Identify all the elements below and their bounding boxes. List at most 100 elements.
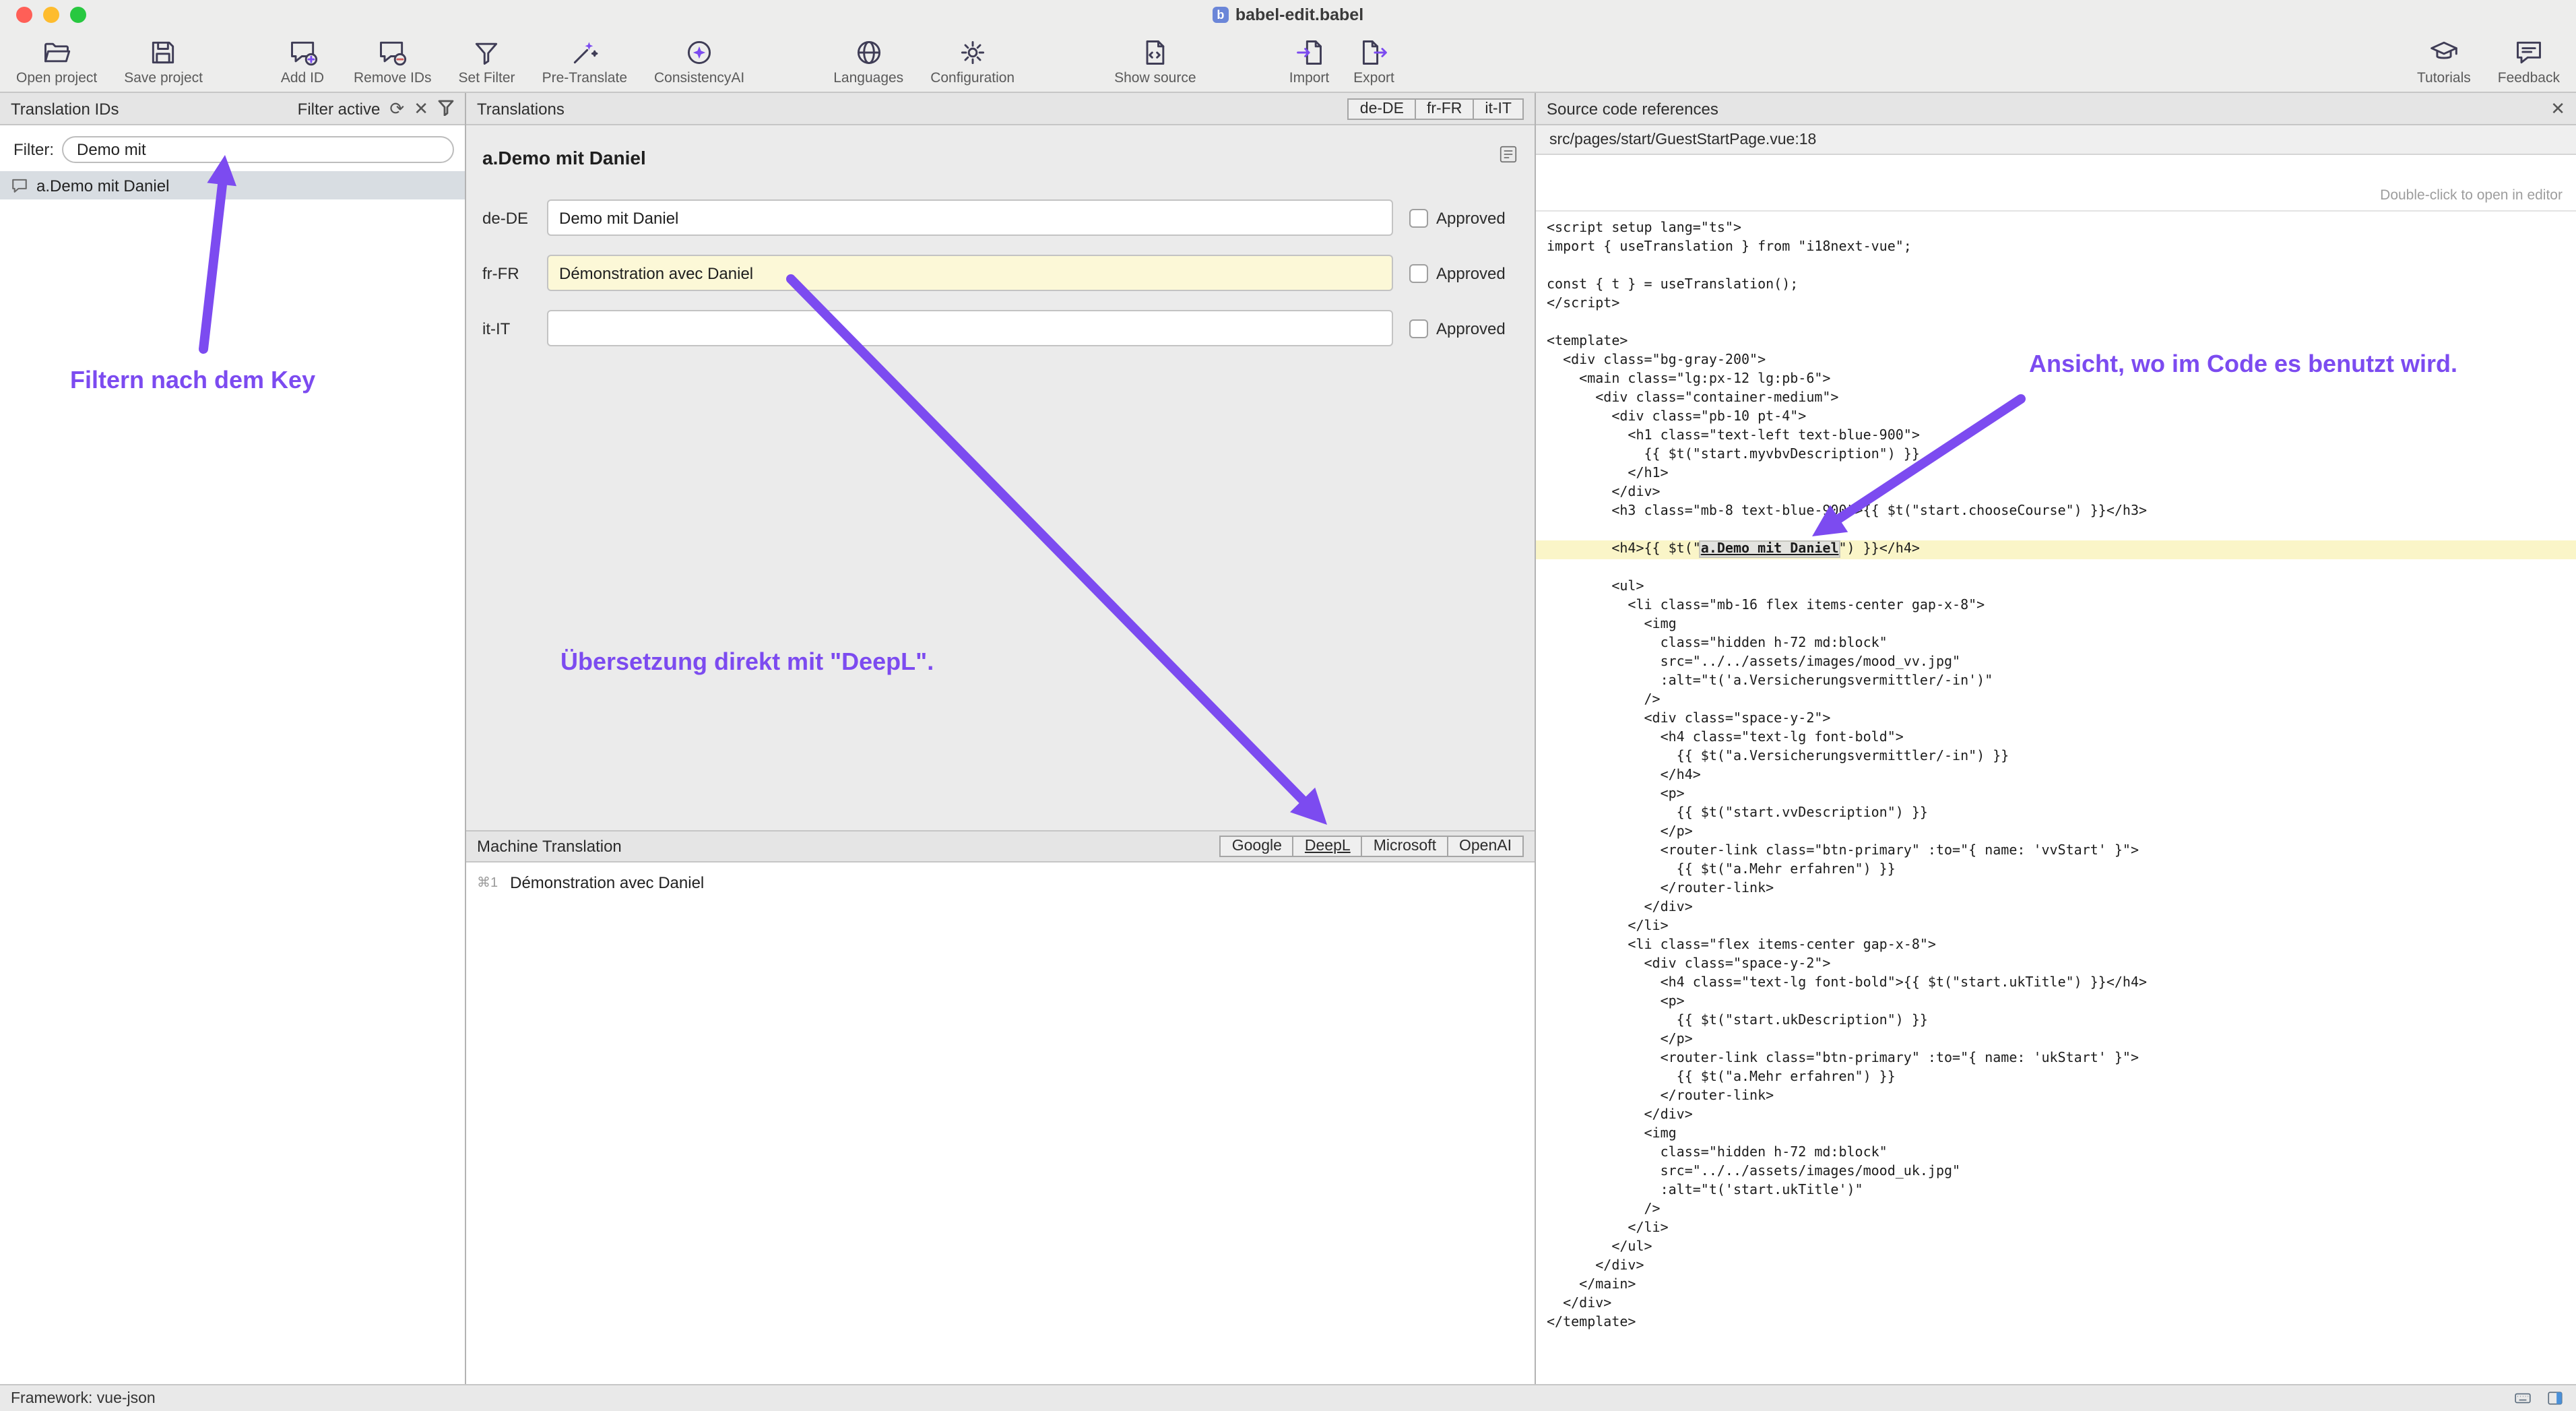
code-line: {{ $t("a.Mehr erfahren") }} (1536, 1069, 2576, 1088)
language-tabs: de-DE fr-FR it-IT (1349, 98, 1524, 119)
code-line: <script setup lang="ts"> (1536, 220, 2576, 239)
machine-translation-title: Machine Translation (477, 837, 622, 856)
code-line: import { useTranslation } from "i18next-… (1536, 239, 2576, 257)
code-block[interactable]: <script setup lang="ts">import { useTran… (1536, 212, 2576, 1384)
mt-suggestion-text: Démonstration avec Daniel (510, 873, 704, 892)
code-line: <li class="mb-16 flex items-center gap-x… (1536, 597, 2576, 616)
code-line: :alt="t('start.ukTitle')" (1536, 1182, 2576, 1201)
code-line (1536, 559, 2576, 578)
mt-provider-google[interactable]: Google (1220, 836, 1294, 857)
language-tab-it[interactable]: it-IT (1473, 98, 1524, 119)
folder-icon (42, 36, 71, 68)
machine-translation-body: ⌘1 Démonstration avec Daniel (466, 863, 1535, 1384)
keyboard-icon[interactable] (2513, 1389, 2533, 1407)
code-line: </router-link> (1536, 1088, 2576, 1106)
panel-toggle-icon[interactable] (2545, 1389, 2565, 1407)
window-title: b babel-edit.babel (0, 5, 2576, 24)
refresh-filter-icon[interactable]: ⟳ (389, 100, 404, 117)
translation-id-label: a.Demo mit Daniel (36, 176, 169, 195)
translation-row-de: de-DE Approved (482, 199, 1524, 236)
toolbar-set-filter[interactable]: Set Filter (451, 36, 523, 86)
code-line: </script> (1536, 295, 2576, 314)
highlighted-translation-key[interactable]: a.Demo mit Daniel (1701, 542, 1839, 557)
editor-hint-bar: Double-click to open in editor (1536, 155, 2576, 212)
code-line: </ul> (1536, 1238, 2576, 1257)
remove-ids-icon (378, 36, 408, 68)
approved-label-fr: Approved (1436, 263, 1506, 282)
feedback-bubble-icon (2514, 36, 2544, 68)
code-line: <main class="lg:px-12 lg:pb-6"> (1536, 371, 2576, 389)
code-line: </main> (1536, 1276, 2576, 1295)
filter-icon[interactable] (438, 99, 454, 118)
filter-label: Filter: (13, 140, 54, 159)
code-line: </template> (1536, 1314, 2576, 1333)
save-icon (149, 36, 179, 68)
code-line: const { t } = useTranslation(); (1536, 276, 2576, 295)
toolbar-save-project[interactable]: Save project (116, 36, 211, 86)
import-icon (1295, 36, 1324, 68)
toolbar-export[interactable]: Export (1342, 36, 1407, 86)
code-line: </div> (1536, 1257, 2576, 1276)
code-line: <div class="space-y-2"> (1536, 710, 2576, 729)
code-line: <h1 class="text-left text-blue-900"> (1536, 427, 2576, 446)
code-line: <div class="space-y-2"> (1536, 955, 2576, 974)
translation-input-it[interactable] (547, 310, 1393, 346)
language-tab-fr[interactable]: fr-FR (1415, 98, 1474, 119)
code-line: <router-link class="btn-primary" :to="{ … (1536, 1050, 2576, 1069)
toolbar-consistency-ai[interactable]: ConsistencyAI (646, 36, 752, 86)
toolbar-remove-ids[interactable]: Remove IDs (346, 36, 440, 86)
toolbar-import[interactable]: Import (1277, 36, 1342, 86)
code-line: <ul> (1536, 578, 2576, 597)
filter-input[interactable] (62, 136, 454, 163)
mt-provider-microsoft[interactable]: Microsoft (1361, 836, 1448, 857)
comment-icon[interactable] (1498, 144, 1518, 171)
machine-translation-header: Machine Translation Google DeepL Microso… (466, 830, 1535, 863)
code-line: src="../../assets/images/mood_uk.jpg" (1536, 1163, 2576, 1182)
translation-row-fr: fr-FR Approved (482, 255, 1524, 291)
approved-checkbox-de[interactable] (1409, 208, 1428, 227)
source-references-panel: Source code references ✕ src/pages/start… (1535, 93, 2576, 1384)
code-line: src="../../assets/images/mood_vv.jpg" (1536, 654, 2576, 672)
toolbar-add-id[interactable]: Add ID (270, 36, 335, 86)
editor-hint: Double-click to open in editor (2380, 187, 2563, 203)
approved-checkbox-fr[interactable] (1409, 263, 1428, 282)
sparkle-badge-icon (684, 36, 714, 68)
approved-checkbox-it[interactable] (1409, 319, 1428, 338)
code-line (1536, 522, 2576, 540)
translation-ids-header: Translation IDs Filter active ⟳ ✕ (0, 93, 465, 125)
code-line: <div class="pb-10 pt-4"> (1536, 408, 2576, 427)
code-line: </p> (1536, 823, 2576, 842)
toolbar-languages[interactable]: Languages (825, 36, 911, 86)
toolbar-feedback[interactable]: Feedback (2490, 36, 2568, 86)
translations-title: Translations (477, 99, 565, 118)
code-line: :alt="t('a.Versicherungsvermittler/-in')… (1536, 672, 2576, 691)
source-references-header: Source code references ✕ (1536, 93, 2576, 125)
code-line: <img (1536, 616, 2576, 635)
file-tab[interactable]: src/pages/start/GuestStartPage.vue:18 (1549, 131, 1816, 148)
code-line: </h4> (1536, 767, 2576, 786)
code-line: /> (1536, 691, 2576, 710)
close-panel-icon[interactable]: ✕ (2550, 100, 2565, 117)
mt-provider-deepl[interactable]: DeepL (1293, 836, 1363, 857)
code-line (1536, 314, 2576, 333)
code-line: class="hidden h-72 md:block" (1536, 1144, 2576, 1163)
toolbar-open-project[interactable]: Open project (8, 36, 105, 86)
toolbar-pre-translate[interactable]: Pre-Translate (534, 36, 635, 86)
toolbar-tutorials[interactable]: Tutorials (2409, 36, 2479, 86)
window-title-text: babel-edit.babel (1235, 5, 1363, 24)
code-line: <div class="container-medium"> (1536, 389, 2576, 408)
translation-input-fr[interactable] (547, 255, 1393, 291)
toolbar-configuration[interactable]: Configuration (922, 36, 1023, 86)
code-line: </div> (1536, 1106, 2576, 1125)
clear-filter-icon[interactable]: ✕ (414, 100, 428, 117)
lang-label-de: de-DE (482, 208, 547, 227)
mt-suggestion-row[interactable]: ⌘1 Démonstration avec Daniel (477, 873, 1524, 892)
translation-id-item-selected[interactable]: a.Demo mit Daniel (0, 171, 465, 199)
code-line: </div> (1536, 484, 2576, 503)
language-tab-de[interactable]: de-DE (1348, 98, 1416, 119)
translation-input-de[interactable] (547, 199, 1393, 236)
toolbar-show-source[interactable]: Show source (1106, 36, 1204, 86)
mt-provider-openai[interactable]: OpenAI (1447, 836, 1524, 857)
app-icon: b (1213, 7, 1229, 23)
code-line: <h4 class="text-lg font-bold"> (1536, 729, 2576, 748)
